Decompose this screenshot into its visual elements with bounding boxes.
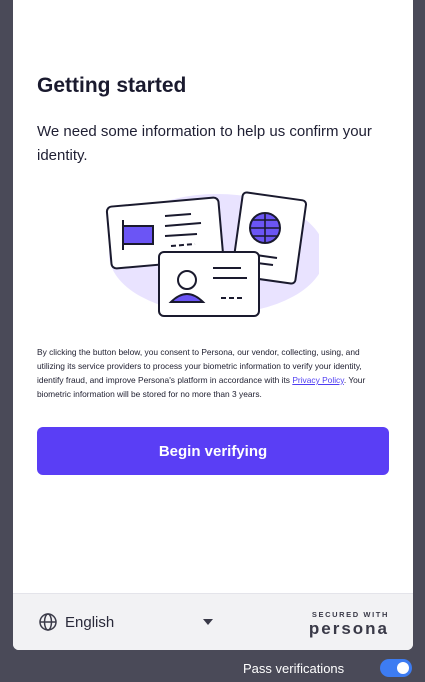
language-label: English [65, 613, 115, 631]
page-subtitle: We need some information to help us conf… [37, 123, 372, 164]
pass-verifications-row: Pass verifications [243, 658, 413, 678]
page-title: Getting started [37, 74, 187, 97]
chevron-down-icon [203, 619, 213, 625]
pass-verifications-toggle[interactable] [380, 659, 412, 677]
begin-verifying-button[interactable]: Begin verifying [37, 427, 389, 475]
persona-brand: SECURED WITH persona [309, 610, 389, 638]
privacy-policy-link[interactable]: Privacy Policy [292, 375, 344, 385]
id-documents-illustration [105, 191, 319, 317]
modal-footer: English SECURED WITH persona [13, 593, 413, 650]
secured-with-label: SECURED WITH [311, 610, 389, 619]
verification-modal: Getting started We need some information… [13, 0, 413, 650]
persona-logo: persona [308, 619, 389, 638]
globe-icon [39, 613, 57, 631]
language-select[interactable]: English [38, 611, 213, 633]
toggle-knob [397, 662, 409, 674]
consent-text: By clicking the button below, you consen… [37, 345, 389, 401]
pass-verifications-label: Pass verifications [243, 660, 345, 676]
portrait-id-icon [158, 251, 260, 317]
